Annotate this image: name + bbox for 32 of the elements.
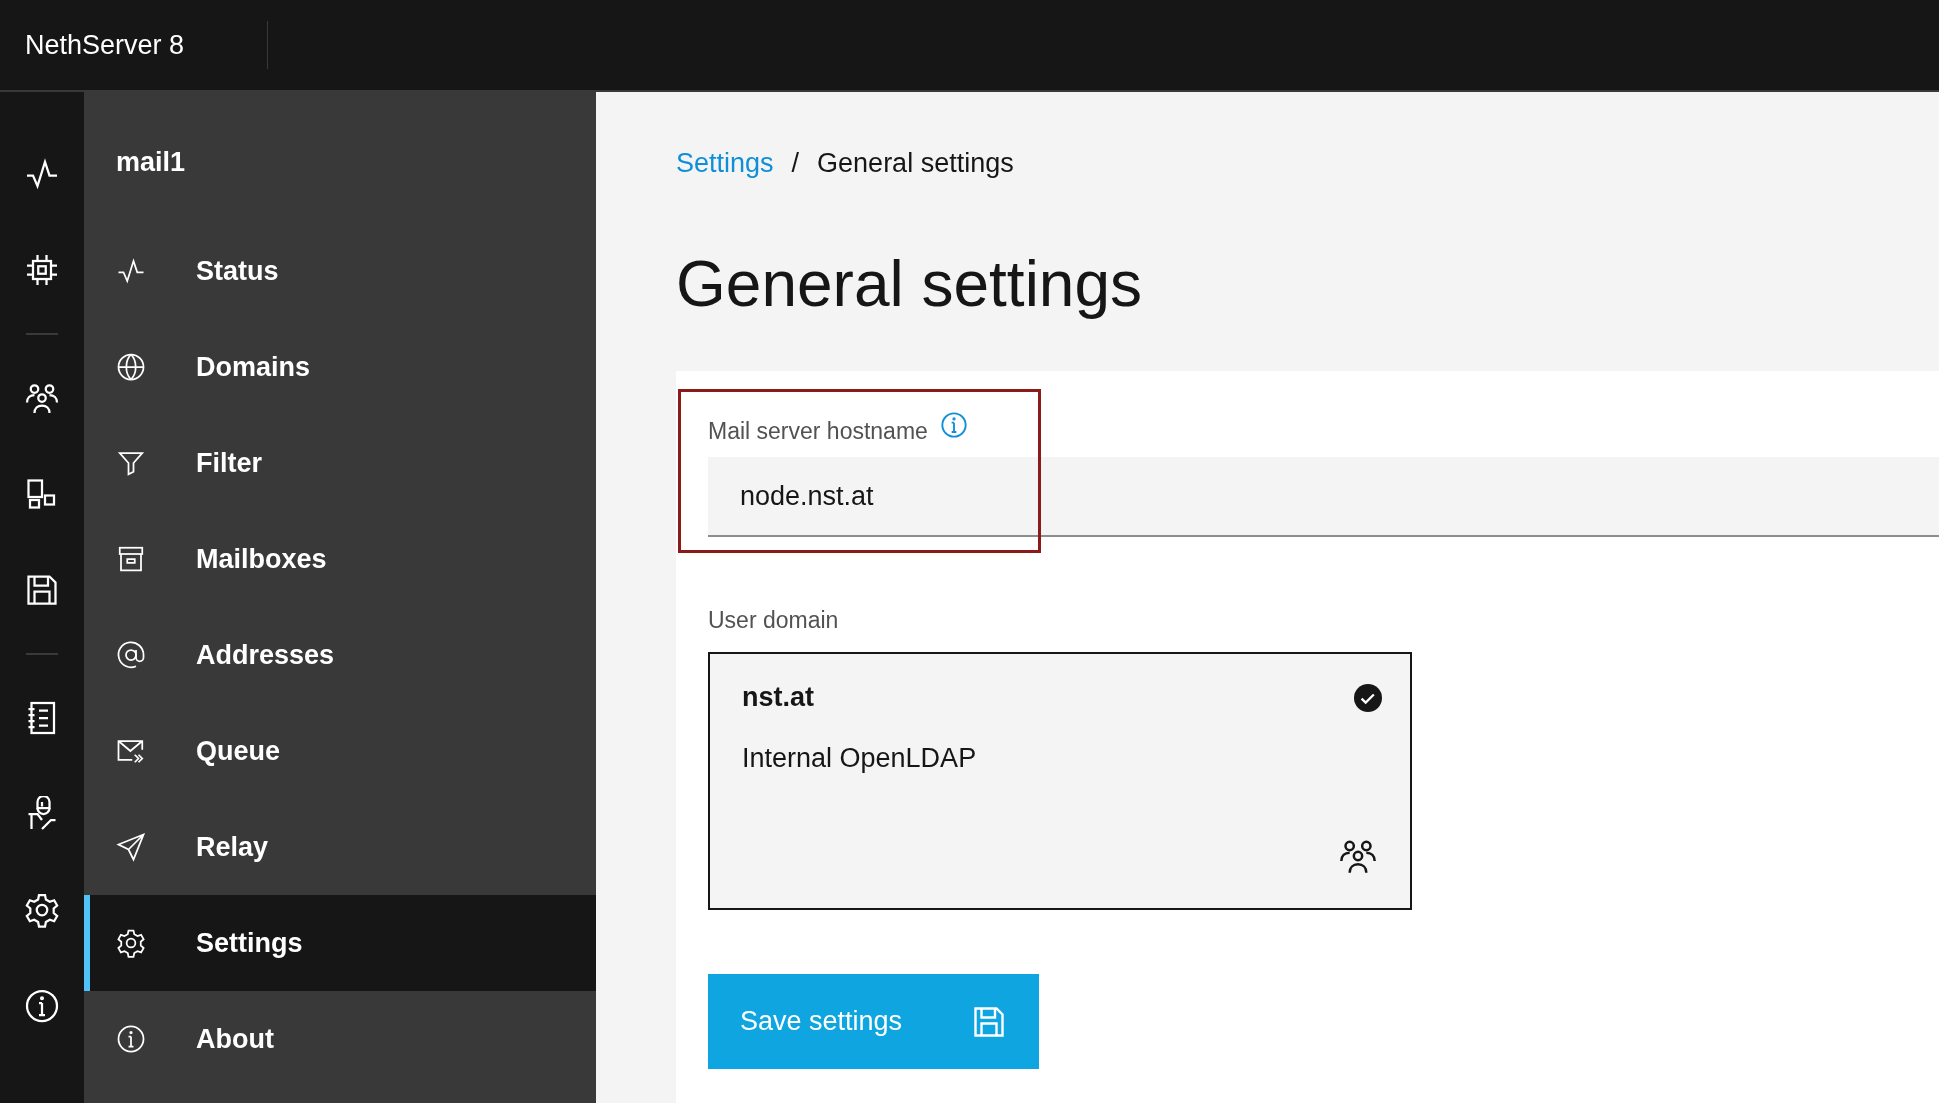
nav-item[interactable]: Domains [84, 319, 596, 415]
checkmark-icon [1354, 683, 1382, 712]
nav-item[interactable]: Relay [84, 799, 596, 895]
hostname-input[interactable]: node.nst.at [708, 457, 1939, 537]
nav-item[interactable]: Settings [84, 895, 596, 991]
chip-icon[interactable] [24, 252, 60, 288]
info-icon[interactable] [24, 988, 60, 1024]
pulse-icon [116, 256, 146, 286]
at-sign-icon [116, 640, 146, 670]
save-icon[interactable] [24, 572, 60, 608]
page-title: General settings [676, 247, 1144, 322]
info-icon [116, 1024, 146, 1054]
nav-item[interactable]: Mailboxes [84, 511, 596, 607]
archive-icon [116, 544, 146, 574]
field-label: User domain [708, 607, 839, 633]
domain-description: Internal OpenLDAP [742, 743, 978, 774]
nav-item[interactable]: Addresses [84, 607, 596, 703]
domain-name: nst.at [742, 682, 814, 713]
app-title[interactable]: NethServer 8 [0, 29, 267, 61]
nav-item[interactable]: Queue [84, 703, 596, 799]
nav-item[interactable]: Status [84, 223, 596, 319]
nav-item[interactable]: About [84, 991, 596, 1087]
globe-icon [116, 352, 146, 382]
settings-icon[interactable] [24, 892, 60, 928]
breadcrumb-separator: / [791, 148, 800, 179]
send-icon [116, 832, 146, 862]
breadcrumb-current: General settings [817, 148, 1014, 179]
field-label: Mail server hostname [708, 418, 928, 445]
settings-icon [116, 928, 146, 958]
domain-tile[interactable]: nst.at Internal OpenLDAP [708, 652, 1412, 910]
nav-item[interactable]: Filter [84, 415, 596, 511]
app-instance-title: mail1 [116, 147, 186, 178]
